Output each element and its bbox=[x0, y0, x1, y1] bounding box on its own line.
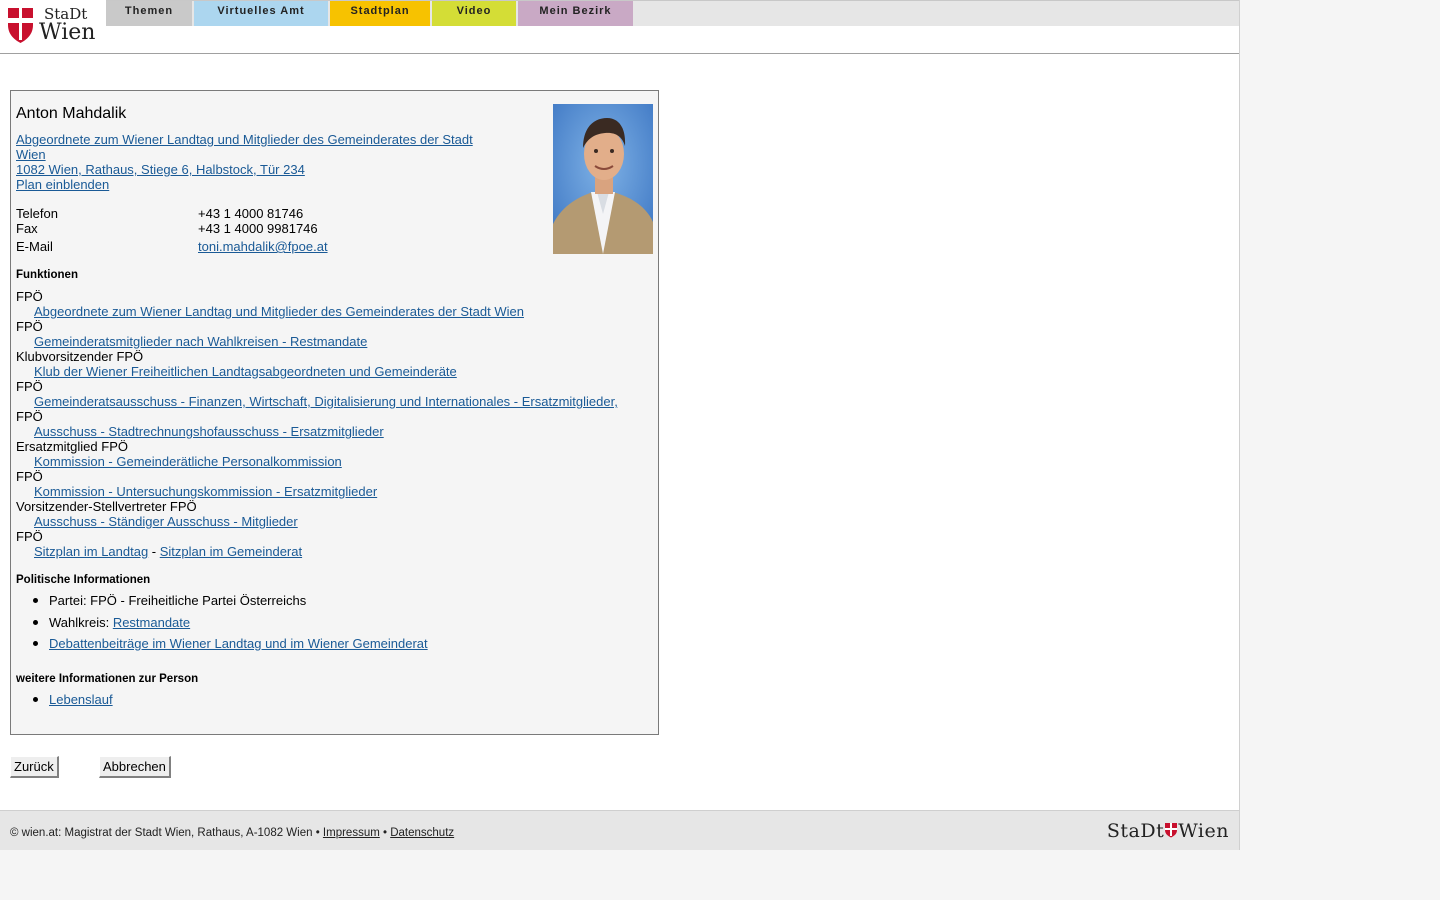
tab-stadtplan[interactable]: Stadtplan bbox=[330, 1, 430, 26]
address-link[interactable]: 1082 Wien, Rathaus, Stiege 6, Halbstock,… bbox=[16, 162, 486, 177]
lebenslauf-item: Lebenslauf bbox=[16, 691, 113, 713]
function-link[interactable]: Ausschuss - Ständiger Ausschuss - Mitgli… bbox=[34, 514, 298, 529]
footer-logo-wien: Wien bbox=[1178, 820, 1229, 842]
debattenbeitraege-link[interactable]: Debattenbeiträge im Wiener Landtag und i… bbox=[49, 636, 428, 651]
function-role: Klubvorsitzender FPÖ bbox=[16, 349, 144, 364]
fax-label: Fax bbox=[16, 221, 38, 236]
person-photo bbox=[553, 104, 653, 254]
footer: © wien.at: Magistrat der Stadt Wien, Rat… bbox=[0, 810, 1239, 850]
fax-value: +43 1 4000 9981746 bbox=[198, 221, 318, 236]
function-role: FPÖ bbox=[16, 319, 43, 334]
footer-logo-stadt: StaDt bbox=[1106, 820, 1165, 842]
telefon-value: +43 1 4000 81746 bbox=[198, 206, 304, 221]
sitzplan-gemeinderat-link[interactable]: Sitzplan im Gemeinderat bbox=[160, 544, 302, 559]
function-role: FPÖ bbox=[16, 409, 43, 424]
cancel-button[interactable]: Abbrechen bbox=[99, 756, 171, 778]
stadt-wien-logo[interactable]: StaDt Wien bbox=[6, 5, 101, 45]
datenschutz-link[interactable]: Datenschutz bbox=[390, 827, 454, 839]
wahlkreis-link[interactable]: Restmandate bbox=[113, 615, 190, 630]
sitzplan-landtag-link[interactable]: Sitzplan im Landtag bbox=[34, 544, 148, 559]
address-block: Abgeordnete zum Wiener Landtag und Mitgl… bbox=[16, 132, 486, 192]
header: StaDt Wien Themen Virtuelles Amt Stadtpl… bbox=[0, 0, 1239, 54]
telefon-label: Telefon bbox=[16, 206, 58, 221]
email-row: E-Mail toni.mahdalik@fpoe.at bbox=[16, 239, 516, 254]
funktionen-heading: Funktionen bbox=[16, 269, 78, 281]
footer-shield-icon bbox=[1165, 823, 1178, 838]
function-role: FPÖ bbox=[16, 379, 43, 394]
telefon-row: Telefon +43 1 4000 81746 bbox=[16, 206, 516, 221]
footer-copyright: © wien.at: Magistrat der Stadt Wien, Rat… bbox=[10, 827, 323, 839]
footer-text: © wien.at: Magistrat der Stadt Wien, Rat… bbox=[10, 827, 454, 839]
function-link[interactable]: Klub der Wiener Freiheitlichen Landtagsa… bbox=[34, 364, 457, 379]
plan-einblenden-link[interactable]: Plan einblenden bbox=[16, 177, 486, 192]
tab-video[interactable]: Video bbox=[432, 1, 516, 26]
person-detail-box: Anton Mahdalik Abgeordnete zum Wiener La… bbox=[10, 90, 659, 735]
main-navigation: Themen Virtuelles Amt Stadtplan Video Me… bbox=[106, 0, 1239, 26]
function-title-line1: Abgeordnete zum Wiener Landtag und Mitgl… bbox=[16, 132, 473, 147]
function-role: Ersatzmitglied FPÖ bbox=[16, 439, 128, 454]
function-link[interactable]: Kommission - Untersuchungskommission - E… bbox=[34, 484, 377, 499]
politische-informationen-heading: Politische Informationen bbox=[16, 574, 151, 586]
logo-wien-text: Wien bbox=[39, 20, 96, 45]
lebenslauf-link[interactable]: Lebenslauf bbox=[49, 692, 113, 707]
partei-item: Partei: FPÖ - Freiheitliche Partei Öster… bbox=[16, 592, 428, 614]
contact-table: Telefon +43 1 4000 81746 Fax +43 1 4000 … bbox=[16, 206, 516, 254]
person-name: Anton Mahdalik bbox=[16, 105, 127, 122]
function-role: FPÖ bbox=[16, 469, 43, 484]
tab-mein-bezirk[interactable]: Mein Bezirk bbox=[518, 1, 633, 26]
wahlkreis-label: Wahlkreis: bbox=[49, 614, 113, 630]
impressum-link[interactable]: Impressum bbox=[323, 827, 380, 839]
political-info-list: Partei: FPÖ - Freiheitliche Partei Öster… bbox=[16, 592, 428, 657]
function-link[interactable]: Gemeinderatsmitglieder nach Wahlkreisen … bbox=[34, 334, 367, 349]
weitere-informationen-heading: weitere Informationen zur Person bbox=[16, 673, 199, 685]
functions-list: FPÖ Abgeordnete zum Wiener Landtag und M… bbox=[16, 289, 646, 559]
footer-stadt-wien-logo[interactable]: StaDt Wien bbox=[1107, 820, 1229, 842]
back-button[interactable]: Zurück bbox=[10, 756, 59, 778]
function-role: Vorsitzender-Stellvertreter FPÖ bbox=[16, 499, 197, 514]
function-link[interactable]: Abgeordnete zum Wiener Landtag und Mitgl… bbox=[34, 304, 524, 319]
function-role: FPÖ bbox=[16, 529, 43, 544]
function-title-link[interactable]: Abgeordnete zum Wiener Landtag und Mitgl… bbox=[16, 132, 486, 162]
footer-bullet: • bbox=[379, 827, 391, 839]
function-title-line2: Wien bbox=[16, 147, 46, 162]
function-link[interactable]: Gemeinderatsausschuss - Finanzen, Wirtsc… bbox=[34, 394, 618, 409]
tab-virtuelles-amt[interactable]: Virtuelles Amt bbox=[194, 1, 328, 26]
email-link[interactable]: toni.mahdalik@fpoe.at bbox=[198, 239, 328, 254]
tab-themen[interactable]: Themen bbox=[106, 1, 192, 26]
page: StaDt Wien Themen Virtuelles Amt Stadtpl… bbox=[0, 0, 1240, 850]
sitzplan-separator: - bbox=[148, 544, 160, 559]
function-role: FPÖ bbox=[16, 289, 43, 304]
debatten-item: Debattenbeiträge im Wiener Landtag und i… bbox=[16, 635, 428, 657]
function-link[interactable]: Kommission - Gemeinderätliche Personalko… bbox=[34, 454, 342, 469]
wahlkreis-item: Wahlkreis: Restmandate bbox=[16, 614, 428, 636]
more-info-list: Lebenslauf bbox=[16, 691, 113, 713]
function-link[interactable]: Ausschuss - Stadtrechnungshofausschuss -… bbox=[34, 424, 384, 439]
email-label: E-Mail bbox=[16, 239, 53, 254]
fax-row: Fax +43 1 4000 9981746 bbox=[16, 221, 516, 236]
